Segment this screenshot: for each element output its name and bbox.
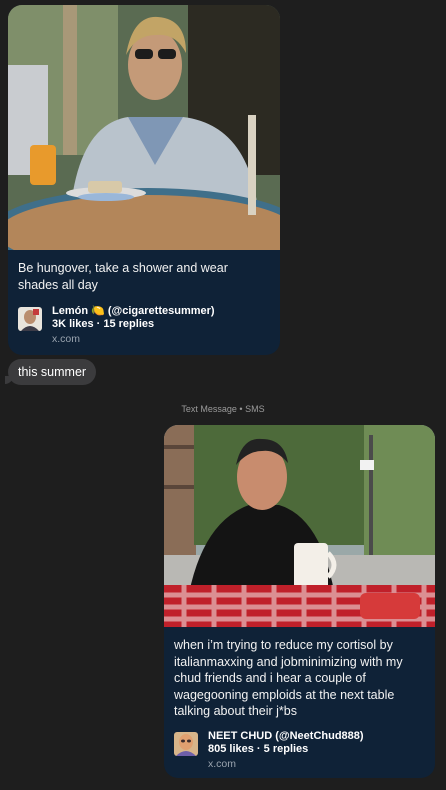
message-bubble[interactable]: this summer — [8, 359, 97, 385]
author-avatar-2 — [174, 731, 198, 756]
preview-meta-2: NEET CHUD (@NeetChud888) 805 likes · 5 r… — [174, 730, 425, 771]
author-handle-1: Lemón 🍋 (@cigarettesummer) — [52, 305, 215, 317]
post-stats-2: 805 likes · 5 replies — [208, 742, 309, 755]
link-preview-card-1[interactable]: Be hungover, take a shower and wear shad… — [8, 5, 280, 355]
link-preview-card-2[interactable]: when i’m trying to reduce my cortisol by… — [164, 425, 435, 778]
author-handle-2: NEET CHUD (@NeetChud888) — [208, 729, 364, 742]
message-service-label: Text Message • SMS — [181, 404, 265, 414]
preview-body-2: when i’m trying to reduce my cortisol by… — [164, 627, 435, 778]
preview-image-1[interactable] — [8, 5, 280, 250]
preview-meta-1: Lemón 🍋 (@cigarettesummer) 3K likes · 15… — [18, 305, 270, 346]
preview-image-2[interactable] — [164, 425, 435, 627]
preview-text-1: Be hungover, take a shower and wear shad… — [18, 261, 228, 292]
author-info-1: Lemón 🍋 (@cigarettesummer) 3K likes · 15… — [52, 305, 215, 346]
preview-text-2: when i’m trying to reduce my cortisol by… — [174, 638, 403, 718]
post-stats-1: 3K likes · 15 replies — [52, 318, 155, 330]
link-domain-1: x.com — [52, 333, 81, 345]
author-avatar-1 — [18, 307, 42, 331]
author-info-2: NEET CHUD (@NeetChud888) 805 likes · 5 r… — [208, 730, 364, 771]
link-domain-2: x.com — [208, 757, 237, 770]
preview-body-1: Be hungover, take a shower and wear shad… — [8, 250, 280, 354]
